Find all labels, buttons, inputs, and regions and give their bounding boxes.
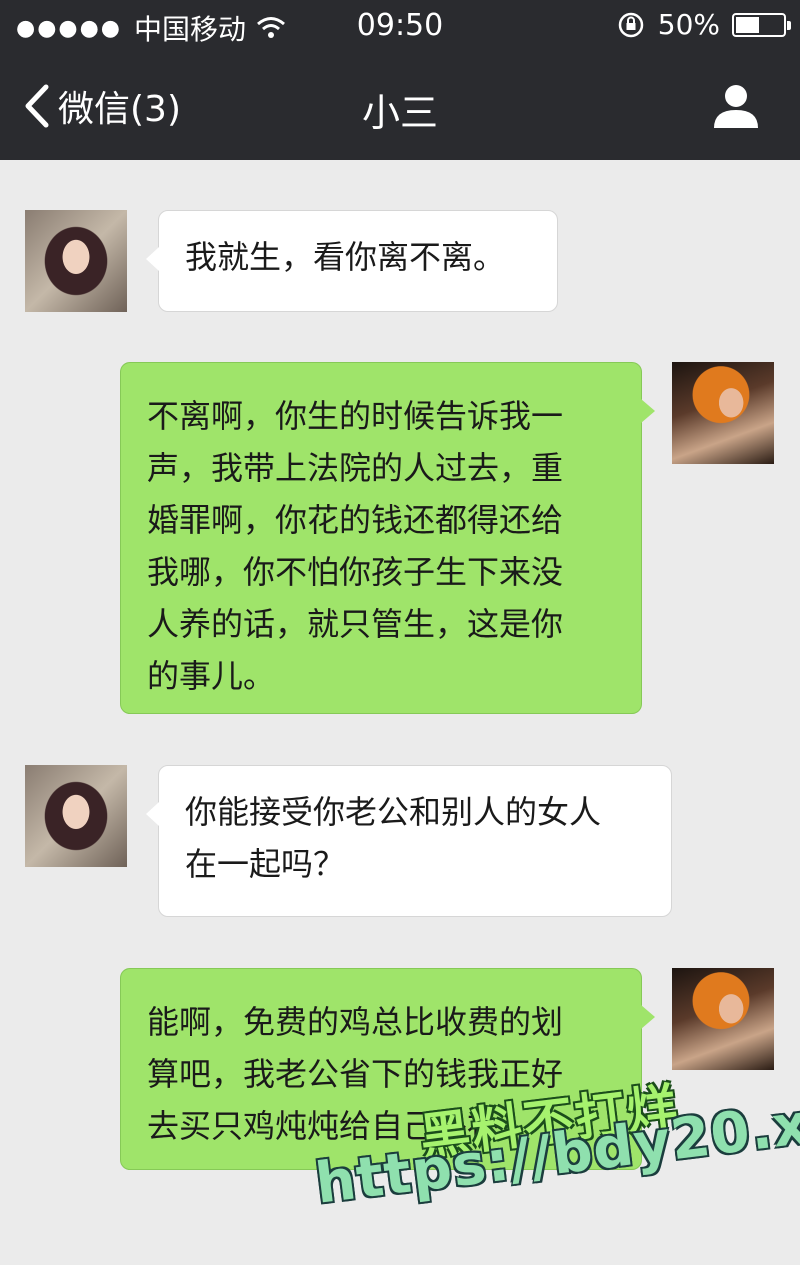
rotation-lock-icon	[618, 12, 644, 37]
nav-bar: 微信(3) 小三	[0, 52, 800, 160]
my-avatar[interactable]	[672, 968, 774, 1070]
status-bar: ●●●●● 中国移动 09:50 50%	[0, 0, 800, 52]
battery-fill	[736, 16, 759, 33]
chat-area[interactable]: 我就生，看你离不离。 不离啊，你生的时候告诉我一 声，我带上法院的人过去，重 婚…	[0, 160, 800, 1265]
message-text: 我就生，看你离不离。	[185, 238, 506, 276]
battery-tip	[787, 20, 791, 30]
message-text: 不离啊，你生的时候告诉我一 声，我带上法院的人过去，重 婚罪啊，你花的钱还都得还…	[147, 397, 564, 695]
contact-avatar[interactable]	[25, 765, 127, 867]
status-right: 50%	[618, 8, 791, 41]
message-bubble-incoming[interactable]: 我就生，看你离不离。	[146, 210, 558, 312]
message-bubble-outgoing[interactable]: 不离啊，你生的时候告诉我一 声，我带上法院的人过去，重 婚罪啊，你花的钱还都得还…	[120, 362, 655, 714]
message-bubble-incoming[interactable]: 你能接受你老公和别人的女人 在一起吗？	[146, 765, 672, 917]
my-avatar[interactable]	[672, 362, 774, 464]
battery-percent: 50%	[657, 8, 720, 41]
person-icon[interactable]	[710, 80, 762, 132]
battery-icon	[732, 12, 791, 37]
chat-title: 小三	[361, 91, 438, 135]
contact-avatar[interactable]	[25, 210, 127, 312]
message-text: 你能接受你老公和别人的女人 在一起吗？	[185, 793, 602, 883]
